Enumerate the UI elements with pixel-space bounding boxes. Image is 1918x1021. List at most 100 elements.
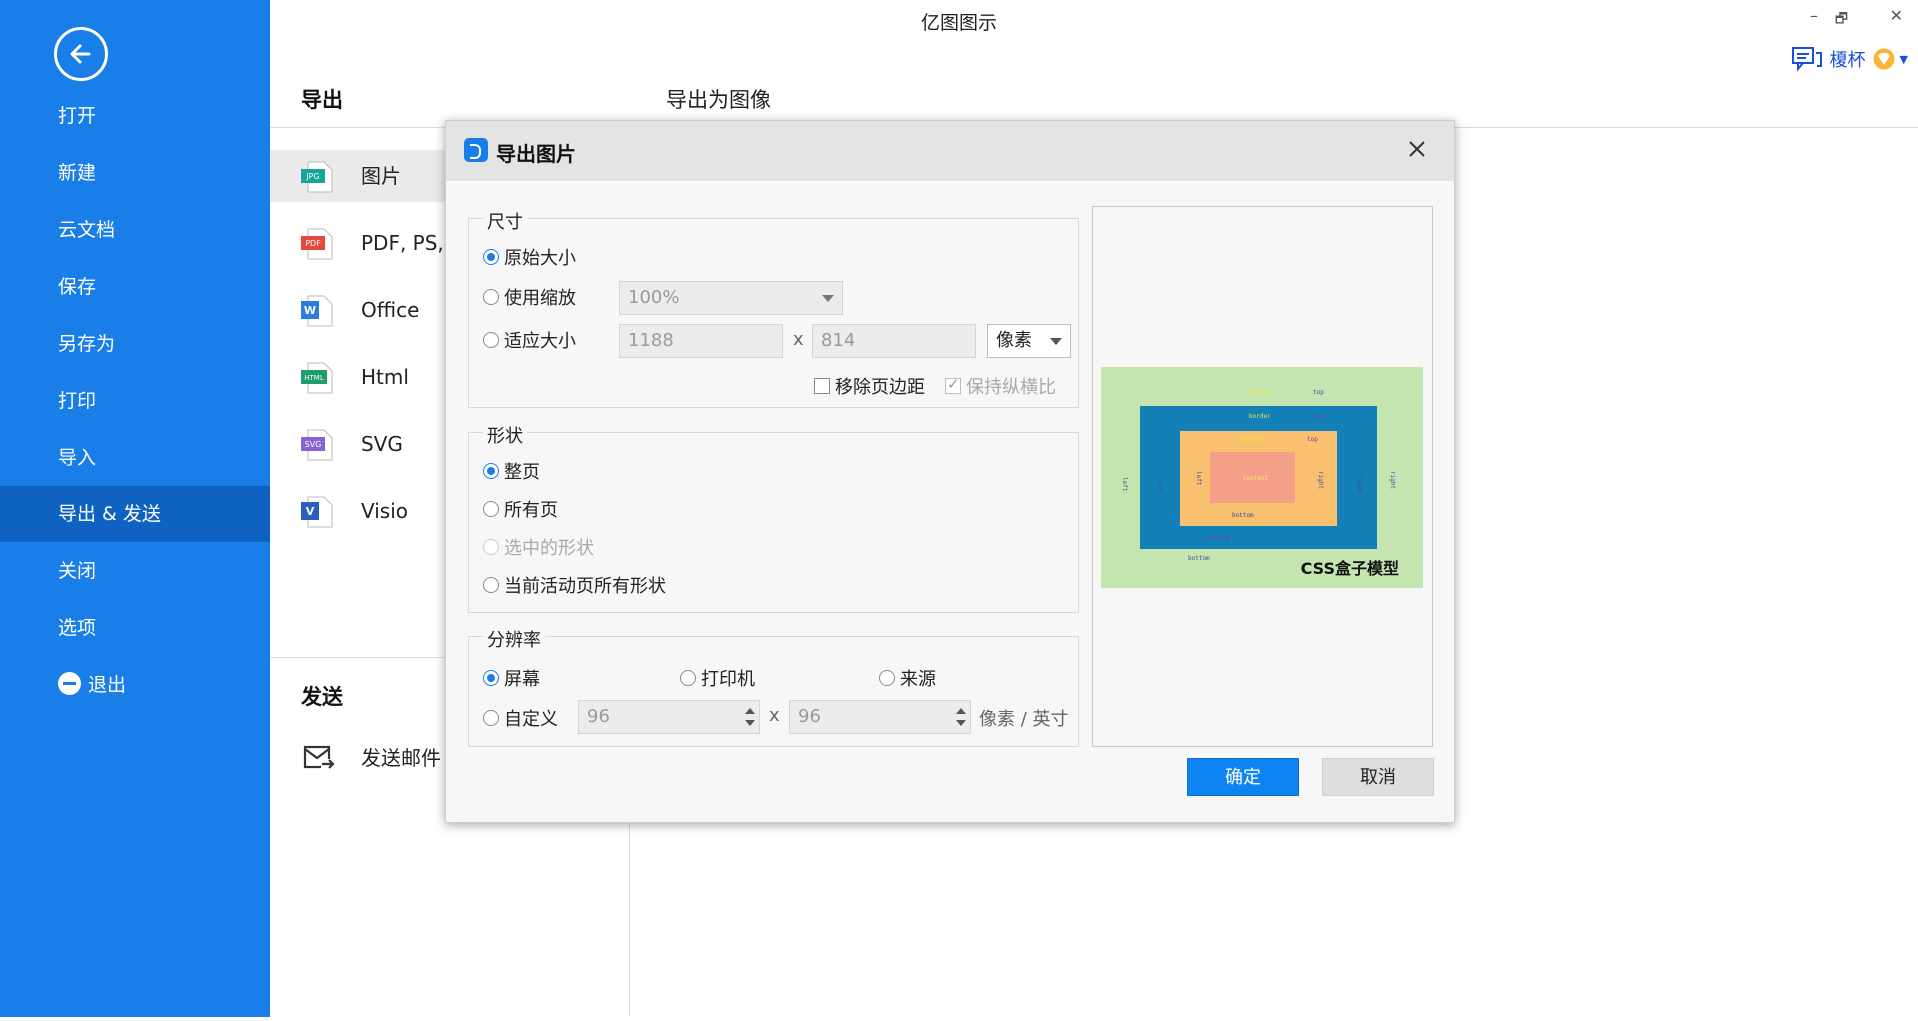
radio-whole-page[interactable]: 整页: [483, 458, 540, 484]
arrow-left-icon: [70, 44, 91, 64]
svg-text:JPG: JPG: [305, 172, 319, 181]
option-label: 保持纵横比: [966, 377, 1056, 398]
spin-up-icon[interactable]: [956, 708, 966, 714]
option-label: 打印机: [701, 669, 755, 690]
format-label: 图片: [361, 164, 401, 188]
content-label: content: [1243, 475, 1269, 482]
app-title: 亿图图示: [920, 12, 997, 34]
back-button[interactable]: [54, 27, 108, 81]
checkbox-remove-margin[interactable]: 移除页边距: [814, 373, 925, 399]
radio-indicator: [483, 577, 499, 593]
ok-button[interactable]: 确定: [1187, 758, 1299, 796]
scale-select[interactable]: 100%: [619, 281, 843, 315]
shape-legend: 形状: [483, 422, 527, 448]
radio-source[interactable]: 来源: [879, 665, 936, 691]
dpi-x-spinner[interactable]: 96: [578, 700, 760, 734]
option-label: 适应大小: [504, 331, 576, 352]
cancel-button[interactable]: 取消: [1322, 758, 1434, 796]
size-legend: 尺寸: [483, 208, 527, 234]
pdf-file-icon: PDF: [301, 228, 333, 260]
padding-label: padding: [1241, 436, 1267, 443]
margin-top-label: top: [1313, 389, 1324, 396]
format-label: Office: [361, 298, 420, 322]
mail-send-icon: [303, 745, 335, 769]
height-input[interactable]: 814: [812, 324, 976, 358]
checkbox-indicator: [814, 378, 830, 394]
scale-value: 100%: [628, 287, 680, 308]
option-label: 移除页边距: [835, 377, 925, 398]
sidebar-item-close[interactable]: 关闭: [0, 543, 270, 599]
svg-text:SVG: SVG: [305, 440, 322, 449]
radio-all-pages[interactable]: 所有页: [483, 496, 558, 522]
radio-printer[interactable]: 打印机: [680, 665, 755, 691]
sidebar-item-new[interactable]: 新建: [0, 145, 270, 201]
dpi-x-value: 96: [587, 706, 610, 727]
option-label: 使用缩放: [504, 288, 576, 309]
unit-value: 像素: [996, 330, 1032, 351]
user-account[interactable]: 榎杯 ▼: [1791, 44, 1908, 74]
sidebar-item-options[interactable]: 选项: [0, 600, 270, 656]
export-image-dialog: 导出图片 尺寸 原始大小 使用缩放 100% 适应大小 1188 x 814 像…: [445, 120, 1455, 823]
radio-screen[interactable]: 屏幕: [483, 665, 540, 691]
radio-indicator: [879, 670, 895, 686]
checkbox-indicator: [945, 375, 961, 394]
option-label: 所有页: [504, 500, 558, 521]
dpi-y-spinner[interactable]: 96: [789, 700, 971, 734]
spin-down-icon[interactable]: [956, 720, 966, 726]
padding-left-label: left: [1195, 471, 1202, 486]
radio-indicator: [483, 710, 499, 726]
option-label: 整页: [504, 462, 540, 483]
radio-indicator: [483, 249, 499, 265]
option-label: 当前活动页所有形状: [504, 576, 666, 597]
sidebar-item-label: 关闭: [58, 560, 97, 582]
restore-button[interactable]: 🗗: [1835, 8, 1848, 32]
radio-use-scale[interactable]: 使用缩放: [483, 284, 576, 310]
spin-up-icon[interactable]: [745, 708, 755, 714]
radio-fit-size[interactable]: 适应大小: [483, 327, 576, 353]
width-input[interactable]: 1188: [619, 324, 783, 358]
radio-indicator: [483, 289, 499, 305]
preview-caption: CSS盒子模型: [1300, 559, 1399, 578]
checkbox-keep-ratio[interactable]: 保持纵横比: [945, 373, 1056, 399]
sidebar-item-save-as[interactable]: 另存为: [0, 316, 270, 372]
unit-select[interactable]: 像素: [987, 324, 1071, 358]
export-heading: 导出: [301, 88, 343, 112]
margin-left-label: left: [1121, 477, 1128, 492]
sidebar-item-label: 新建: [58, 162, 97, 184]
sidebar-item-label: 导出 & 发送: [58, 503, 161, 525]
send-heading: 发送: [301, 685, 343, 709]
svg-file-icon: SVG: [301, 429, 333, 461]
svg-text:V: V: [306, 505, 315, 518]
radio-original-size[interactable]: 原始大小: [483, 244, 576, 270]
sidebar-item-label: 打开: [58, 105, 97, 127]
sidebar-item-label: 退出: [88, 674, 127, 696]
sidebar-item-import[interactable]: 导入: [0, 430, 270, 486]
radio-custom[interactable]: 自定义: [483, 705, 558, 731]
padding-right-label: right: [1317, 471, 1324, 490]
sidebar-item-label: 另存为: [58, 333, 116, 355]
html-file-icon: HTML: [301, 362, 333, 394]
option-label: 来源: [900, 669, 936, 690]
close-window-button[interactable]: ✕: [1890, 6, 1903, 25]
sidebar-item-save[interactable]: 保存: [0, 259, 270, 315]
preview-panel: margin top border top padding top conten…: [1092, 206, 1433, 747]
radio-current-page-shapes[interactable]: 当前活动页所有形状: [483, 572, 666, 598]
send-mail-label: 发送邮件: [361, 746, 441, 770]
dialog-title: 导出图片: [496, 142, 576, 166]
radio-selected-shapes[interactable]: 选中的形状: [483, 534, 594, 560]
sidebar-item-export-send[interactable]: 导出 & 发送: [0, 486, 270, 542]
padding-bottom-label: bottom: [1232, 512, 1254, 519]
sidebar-item-open[interactable]: 打开: [0, 88, 270, 144]
sidebar-item-print[interactable]: 打印: [0, 373, 270, 429]
app-logo-icon: [464, 138, 488, 162]
spin-down-icon[interactable]: [745, 720, 755, 726]
word-file-icon: W: [301, 295, 333, 327]
border-label: border: [1249, 413, 1271, 420]
sidebar-item-cloud[interactable]: 云文档: [0, 202, 270, 258]
close-icon[interactable]: [1406, 138, 1428, 160]
margin-label: margin: [1249, 389, 1271, 396]
minimize-button[interactable]: –: [1810, 6, 1818, 25]
export-subheading: 导出为图像: [666, 88, 771, 112]
sidebar-item-exit[interactable]: 退出: [0, 657, 270, 713]
option-label: 屏幕: [504, 669, 540, 690]
